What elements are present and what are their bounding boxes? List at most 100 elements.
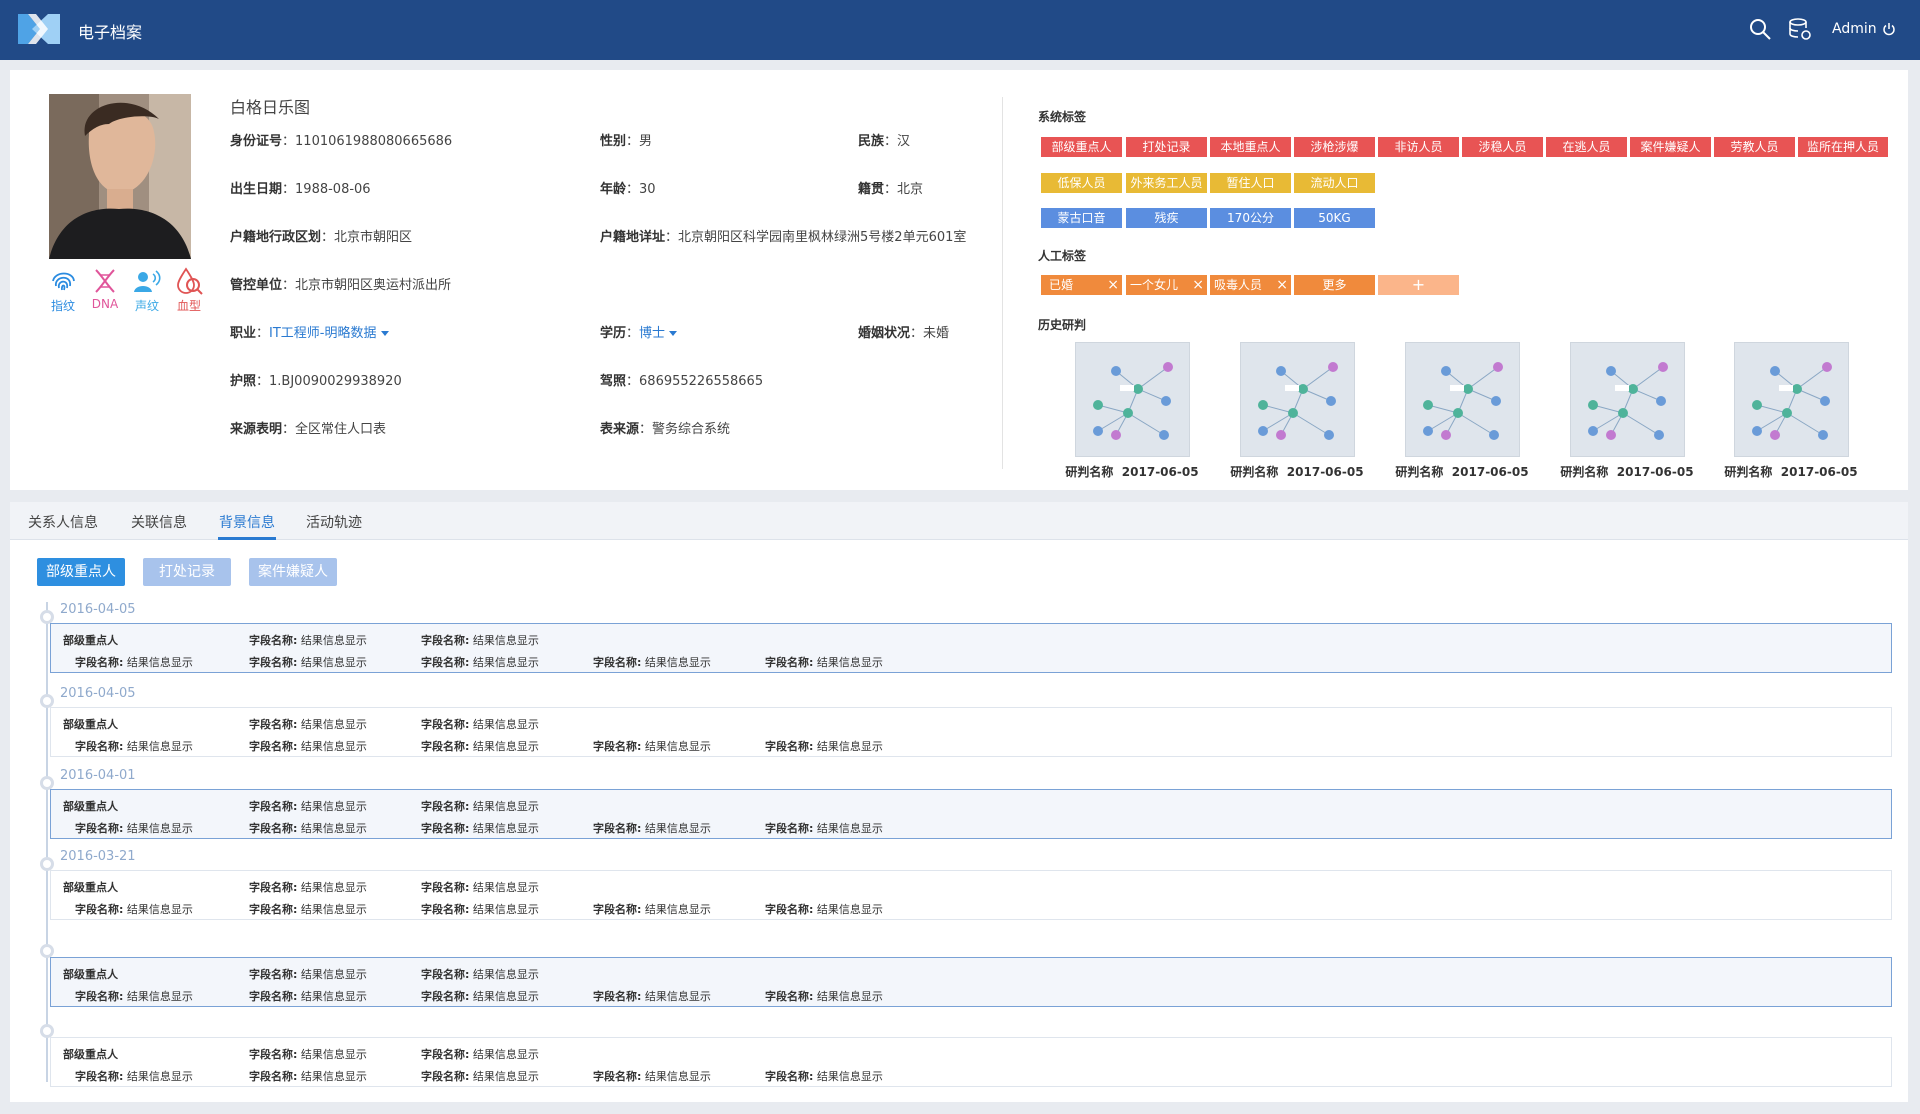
search-icon[interactable]	[1748, 17, 1772, 41]
close-icon[interactable]: ×	[1276, 275, 1288, 295]
system-tag[interactable]: 案件嫌疑人	[1630, 137, 1711, 157]
active-tab-indicator	[218, 537, 276, 540]
tab-background[interactable]: 背景信息	[219, 512, 275, 532]
graph-thumbnail[interactable]	[1569, 342, 1685, 457]
filter-key-person[interactable]: 部级重点人	[37, 558, 125, 586]
card-field: 字段名称: 结果信息显示	[421, 881, 539, 894]
card-field: 字段名称: 结果信息显示	[249, 968, 367, 981]
timeline-card[interactable]: 部级重点人 字段名称: 结果信息显示 字段名称: 结果信息显示 字段名称: 结果信息显…	[50, 870, 1892, 920]
timeline-card[interactable]: 部级重点人 字段名称: 结果信息显示 字段名称: 结果信息显示 字段名称: 结果信息显…	[50, 957, 1892, 1007]
timeline-date: 2016-04-05	[60, 686, 136, 701]
card-field: 字段名称: 结果信息显示	[75, 1070, 193, 1083]
history-name: 研判名称	[1560, 465, 1609, 479]
system-tag[interactable]: 低保人员	[1041, 173, 1122, 193]
user-menu[interactable]: Admin	[1832, 21, 1896, 37]
card-title: 部级重点人	[63, 881, 118, 894]
manual-tag[interactable]: 吸毒人员 ×	[1210, 275, 1291, 295]
card-field: 字段名称: 结果信息显示	[593, 822, 711, 835]
chevron-down-icon	[380, 331, 389, 336]
manual-tag[interactable]: 已婚 ×	[1041, 275, 1122, 295]
marital-status: 婚姻状况：未婚	[858, 326, 950, 341]
system-tag[interactable]: 暂住人口	[1210, 173, 1291, 193]
education-dropdown[interactable]: 博士	[639, 326, 678, 341]
history-item[interactable]: 研判名称 2017-06-05	[1721, 342, 1861, 480]
history-item[interactable]: 研判名称 2017-06-05	[1557, 342, 1697, 480]
timeline-card[interactable]: 部级重点人 字段名称: 结果信息显示 字段名称: 结果信息显示 字段名称: 结果信息显…	[50, 623, 1892, 673]
timeline-card[interactable]: 部级重点人 字段名称: 结果信息显示 字段名称: 结果信息显示 字段名称: 结果信息显…	[50, 707, 1892, 757]
system-tag[interactable]: 打处记录	[1126, 137, 1207, 157]
fingerprint-item[interactable]: 指纹	[48, 266, 78, 314]
tab-contacts[interactable]: 关系人信息	[28, 512, 98, 532]
timeline-date: 2016-04-01	[60, 768, 136, 783]
system-tag[interactable]: 涉枪涉爆	[1294, 137, 1375, 157]
system-tag[interactable]: 非访人员	[1378, 137, 1459, 157]
graph-thumbnail[interactable]	[1239, 342, 1355, 457]
more-tags-button[interactable]: 更多	[1294, 275, 1375, 295]
timeline-card[interactable]: 部级重点人字段名称: 结果信息显示 字段名称: 结果信息显示 字段名称: 结果信息显…	[50, 1037, 1892, 1087]
filter-suspect[interactable]: 案件嫌疑人	[249, 558, 337, 586]
driver-license: 驾照：686955226558665	[600, 374, 764, 389]
system-tag[interactable]: 本地重点人	[1210, 137, 1291, 157]
timeline-card[interactable]: 部级重点人 字段名称: 结果信息显示 字段名称: 结果信息显示 字段名称: 结果信息显…	[50, 789, 1892, 839]
system-tag[interactable]: 监所在押人员	[1798, 137, 1888, 157]
close-icon[interactable]: ×	[1192, 275, 1204, 295]
card-field: 字段名称: 结果信息显示	[421, 656, 539, 669]
system-tag[interactable]: 劳教人员	[1714, 137, 1795, 157]
person-name: 白格日乐图	[230, 98, 311, 117]
database-settings-icon[interactable]	[1788, 17, 1812, 41]
system-tag[interactable]: 残疾	[1126, 208, 1207, 228]
history-item[interactable]: 研判名称 2017-06-05	[1062, 342, 1202, 480]
history-item[interactable]: 研判名称 2017-06-05	[1392, 342, 1532, 480]
occupation-dropdown[interactable]: IT工程师-明略数据	[269, 326, 389, 341]
control-unit: 管控单位：北京市朝阳区奥运村派出所	[230, 278, 452, 293]
manual-tag[interactable]: 一个女儿 ×	[1126, 275, 1207, 295]
history-name: 研判名称	[1065, 465, 1114, 479]
card-title: 部级重点人	[63, 718, 118, 731]
history-item[interactable]: 研判名称 2017-06-05	[1227, 342, 1367, 480]
history-date: 2017-06-05	[1616, 465, 1694, 479]
history-name: 研判名称	[1395, 465, 1444, 479]
system-tag[interactable]: 涉稳人员	[1462, 137, 1543, 157]
card-field: 字段名称: 结果信息显示	[593, 1070, 711, 1083]
table-source: 表来源：警务综合系统	[600, 422, 731, 437]
graph-thumbnail[interactable]	[1733, 342, 1849, 457]
system-tag[interactable]: 流动人口	[1294, 173, 1375, 193]
history-label: 历史研判	[1038, 318, 1087, 332]
gender: 性别：男	[600, 134, 653, 149]
system-tag[interactable]: 外来务工人员	[1126, 173, 1207, 193]
timeline-date: 2016-04-05	[60, 602, 136, 617]
power-icon[interactable]	[1882, 22, 1896, 36]
close-icon[interactable]: ×	[1107, 275, 1119, 295]
timeline-node	[40, 857, 54, 871]
age: 年龄：30	[600, 182, 656, 197]
tab-activity[interactable]: 活动轨迹	[306, 512, 362, 532]
system-tag[interactable]: 在逃人员	[1546, 137, 1627, 157]
occupation: 职业：IT工程师-明略数据	[230, 322, 389, 341]
tab-related[interactable]: 关联信息	[131, 512, 187, 532]
card-field: 字段名称: 结果信息显示	[249, 740, 367, 753]
add-tag-button[interactable]: +	[1378, 275, 1459, 295]
card-title: 部级重点人	[63, 800, 118, 813]
graph-thumbnail[interactable]	[1074, 342, 1190, 457]
card-title: 部级重点人	[63, 1048, 118, 1061]
timeline-line	[46, 602, 48, 1082]
filter-record[interactable]: 打处记录	[143, 558, 231, 586]
card-field: 字段名称: 结果信息显示	[249, 800, 367, 813]
card-field: 字段名称: 结果信息显示	[249, 1070, 367, 1083]
graph-thumbnail[interactable]	[1404, 342, 1520, 457]
system-tag[interactable]: 部级重点人	[1041, 137, 1122, 157]
biometric-row: 指纹 DNA 声纹 血型	[48, 266, 208, 314]
system-tag[interactable]: 蒙古口音	[1041, 208, 1122, 228]
system-tag[interactable]: 50KG	[1294, 208, 1375, 228]
card-title: 部级重点人	[63, 634, 118, 647]
fingerprint-label: 指纹	[50, 299, 75, 313]
system-tag[interactable]: 170公分	[1210, 208, 1291, 228]
blood-type-item[interactable]: 血型	[174, 266, 204, 314]
card-field: 字段名称: 结果信息显示	[75, 822, 193, 835]
native-place: 籍贯：北京	[858, 182, 924, 197]
blood-type-label: 血型	[176, 299, 201, 313]
dna-item[interactable]: DNA	[90, 266, 120, 314]
vertical-divider	[1002, 97, 1003, 469]
voiceprint-item[interactable]: 声纹	[132, 266, 162, 314]
card-field: 字段名称: 结果信息显示	[765, 990, 883, 1003]
